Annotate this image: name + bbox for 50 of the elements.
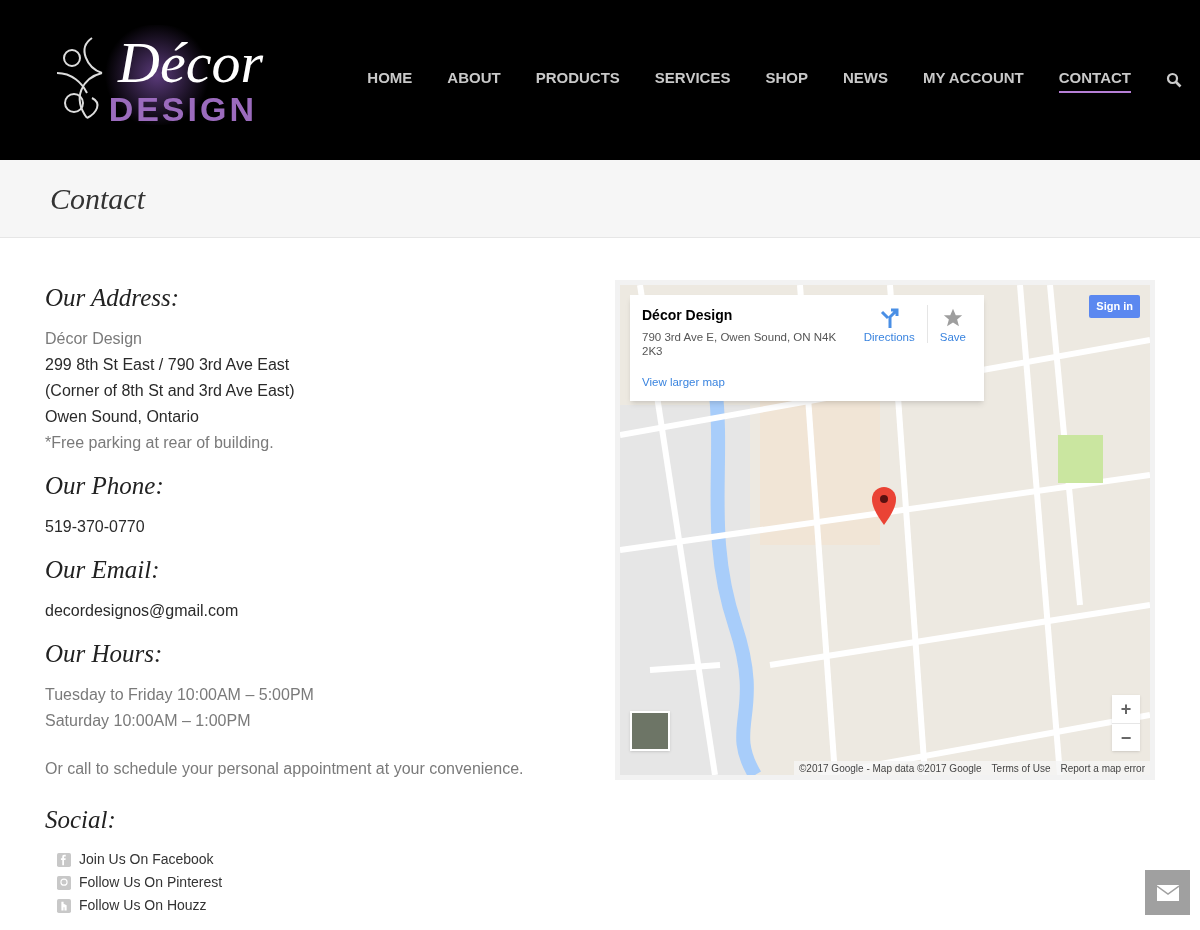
info-text: Owen Sound, Ontario xyxy=(45,407,200,427)
nav-link[interactable]: NEWS xyxy=(842,66,888,94)
place-address: 790 3rd Ave E, Owen Sound, ON N4K 2K3 xyxy=(642,330,838,358)
nav-link[interactable]: ABOUT xyxy=(447,66,501,94)
houzz-icon xyxy=(57,898,71,913)
view-larger-map-link[interactable]: View larger map xyxy=(642,374,858,392)
map[interactable]: Décor Design 790 3rd Ave E, Owen Sound, ON N4K 2K3 View larger map Directions Save Sign in + − ©2017 Google - Map data ©2017 Google Terms of Use Report a map error xyxy=(620,285,1150,775)
attribution-text[interactable]: Terms of Use xyxy=(991,760,1051,775)
attribution-text: ©2017 Google - Map data ©2017 Google xyxy=(798,761,982,775)
zoom-out-button[interactable]: − xyxy=(1112,723,1140,751)
nav-link[interactable]: SERVICES xyxy=(654,66,731,94)
nav-link[interactable]: CONTACT xyxy=(1058,66,1131,94)
logo[interactable]: Décor DESIGN xyxy=(52,25,267,135)
section-heading: Social: xyxy=(45,805,117,835)
section-heading: Our Hours: xyxy=(45,639,164,669)
envelope-icon xyxy=(1156,884,1179,901)
nav-link[interactable]: SHOP xyxy=(765,66,808,94)
social-link[interactable]: Follow Us On Houzz xyxy=(79,895,207,916)
attribution-text[interactable]: Report a map error xyxy=(1060,760,1145,775)
info-text: *Free parking at rear of building. xyxy=(45,433,275,453)
info-text: Tuesday to Friday 10:00AM – 5:00PM xyxy=(45,685,315,705)
note-text: Or call to schedule your personal appointment at your convenience. xyxy=(45,759,525,779)
mail-button[interactable] xyxy=(1145,870,1190,915)
social-link[interactable]: Join Us On Facebook xyxy=(79,849,214,870)
info-text: 299 8th St East / 790 3rd Ave East xyxy=(45,355,291,375)
logo-word: DESIGN xyxy=(108,92,258,126)
section-heading: Our Phone: xyxy=(45,471,165,501)
directions-button[interactable]: Directions xyxy=(857,305,921,392)
section-heading: Our Email: xyxy=(45,555,161,585)
pinterest-icon xyxy=(57,875,71,890)
info-text: Décor Design xyxy=(45,329,143,349)
info-text: (Corner of 8th St and 3rd Ave East) xyxy=(45,381,296,401)
zoom-in-button[interactable]: + xyxy=(1112,695,1140,723)
place-name: Décor Design xyxy=(642,306,734,325)
section-heading: Our Address: xyxy=(45,283,181,313)
nav-link[interactable]: HOME xyxy=(367,66,413,94)
save-button[interactable]: Save xyxy=(933,305,972,392)
star-icon xyxy=(941,307,964,329)
directions-icon xyxy=(879,307,900,329)
logo-script: Décor xyxy=(118,34,264,92)
satellite-thumbnail[interactable] xyxy=(630,711,670,751)
nav-link[interactable]: PRODUCTS xyxy=(535,66,620,94)
page-title: Contact xyxy=(50,181,145,217)
info-text: decordesignos@gmail.com xyxy=(45,601,240,621)
info-text: 519-370-0770 xyxy=(45,517,146,537)
facebook-icon xyxy=(57,852,71,867)
social-link[interactable]: Follow Us On Pinterest xyxy=(79,872,223,893)
search-icon[interactable] xyxy=(1166,72,1182,88)
info-text: Saturday 10:00AM – 1:00PM xyxy=(45,711,252,731)
nav-link[interactable]: MY ACCOUNT xyxy=(922,66,1024,94)
